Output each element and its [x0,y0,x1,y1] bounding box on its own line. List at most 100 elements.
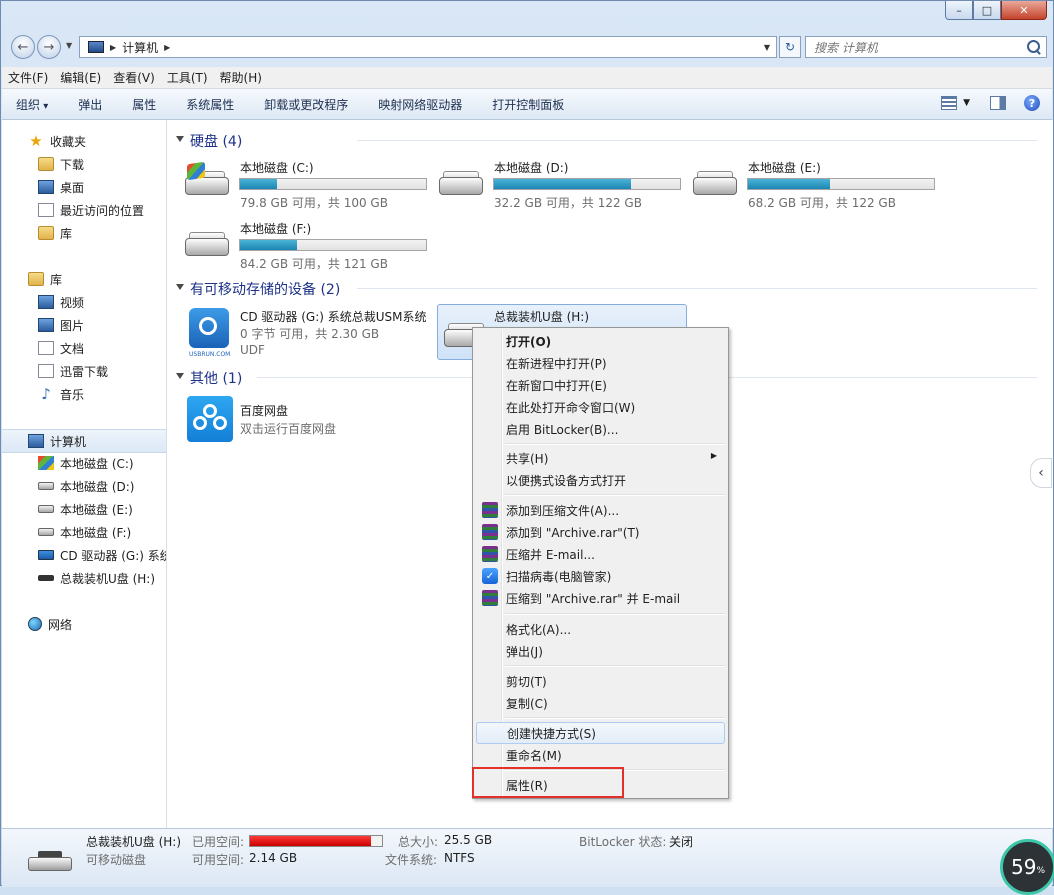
drive-tile-c[interactable]: 本地磁盘 (C:) 79.8 GB 可用，共 100 GB [167,153,427,210]
winrar-icon [482,524,498,540]
hard-drive-icon [439,169,483,197]
nav-videos[interactable]: 视频 [2,291,166,313]
drive-tile-e[interactable]: 本地磁盘 (E:) 68.2 GB 可用，共 122 GB [675,153,935,210]
map-network-drive-button[interactable]: 映射网络驱动器 [378,96,462,113]
nav-desktop[interactable]: 桌面 [2,176,166,198]
menu-share[interactable]: 共享(H) ▶ [476,447,725,469]
minimize-button[interactable]: – [945,1,973,20]
menu-compress-to-rar-email[interactable]: 压缩到 "Archive.rar" 并 E-mail [476,587,725,609]
chevron-left-icon: ‹ [1038,465,1044,481]
nav-thunder-downloads[interactable]: 迅雷下载 [2,360,166,382]
open-control-panel-button[interactable]: 打开控制面板 [492,96,564,113]
nav-pictures[interactable]: 图片 [2,314,166,336]
maximize-button[interactable]: □ [973,1,1001,20]
usage-bar [239,178,427,190]
menu-open[interactable]: 打开(O) [476,330,725,352]
nav-drive-f[interactable]: 本地磁盘 (F:) [2,521,166,543]
menu-edit[interactable]: 编辑(E) [60,69,101,86]
nav-libraries[interactable]: 库 [2,268,166,290]
navigation-pane: ★ 收藏夹 下载 桌面 最近访问的位置 库 库 视频 图片 文档 迅雷下载 ♪ 音乐… [2,120,167,828]
organize-button[interactable]: 组织 [16,96,48,113]
usage-fill [240,240,297,250]
nav-documents[interactable]: 文档 [2,337,166,359]
nav-usb-drive-h[interactable]: 总裁装机U盘 (H:) [2,567,166,589]
forward-button[interactable]: → [37,35,61,59]
drive-tile-d[interactable]: 本地磁盘 (D:) 32.2 GB 可用，共 122 GB [421,153,681,210]
system-properties-button[interactable]: 系统属性 [186,96,234,113]
breadcrumb-arrow-icon[interactable]: ▶ [110,43,116,52]
menu-rename[interactable]: 重命名(M) [476,744,725,766]
group-removable-storage[interactable]: 有可移动存储的设备 (2) [167,278,1037,298]
properties-button[interactable]: 属性 [132,96,156,113]
recent-places-icon [38,203,54,217]
menu-open-portable-device[interactable]: 以便携式设备方式打开 [476,469,725,491]
nav-network[interactable]: 网络 [2,613,166,635]
menu-tools[interactable]: 工具(T) [167,69,208,86]
baidu-netdisk-tile[interactable]: 百度网盘 双击运行百度网盘 [167,392,417,448]
recent-pages-dropdown[interactable]: ▼ [66,41,72,50]
menu-separator [505,613,725,615]
menu-eject[interactable]: 弹出(J) [476,640,725,662]
nav-music[interactable]: ♪ 音乐 [2,383,166,405]
search-box[interactable] [805,36,1047,58]
menu-separator [505,494,725,496]
details-pane: 总裁装机U盘 (H:) 可移动磁盘 已用空间: 可用空间: 2.14 GB 总大… [2,828,1054,895]
nav-fav-library[interactable]: 库 [2,222,166,244]
search-input[interactable] [812,39,1026,57]
breadcrumb-computer[interactable]: 计算机 [122,39,158,56]
address-bar[interactable]: ▶ 计算机 ▶ ▼ [79,36,777,58]
nav-favorites[interactable]: ★ 收藏夹 [2,130,166,152]
usage-bar [493,178,681,190]
menu-format[interactable]: 格式化(A)... [476,618,725,640]
refresh-button[interactable]: ↻ [779,36,801,58]
back-button[interactable]: ← [11,35,35,59]
group-divider [357,140,1037,141]
cd-drive-icon [38,550,54,560]
nav-cd-drive-g[interactable]: CD 驱动器 (G:) 系统 [2,544,166,566]
collapse-arrow-icon[interactable] [176,136,184,142]
uninstall-program-button[interactable]: 卸载或更改程序 [264,96,348,113]
cd-drive-tile-g[interactable]: USBRUN.COM CD 驱动器 (G:) 系统总裁USM系统 0 字节 可用… [167,302,427,358]
group-hard-disks[interactable]: 硬盘 (4) [167,130,1037,150]
nav-drive-d[interactable]: 本地磁盘 (D:) [2,475,166,497]
breadcrumb-arrow-icon[interactable]: ▶ [164,43,170,52]
menu-add-to-archive[interactable]: 添加到压缩文件(A)... [476,499,725,521]
menu-cut[interactable]: 剪切(T) [476,670,725,692]
eject-button[interactable]: 弹出 [78,96,102,113]
menu-view[interactable]: 查看(V) [113,69,155,86]
menu-add-to-archive-rar[interactable]: 添加到 "Archive.rar"(T) [476,521,725,543]
change-view-icon[interactable] [941,96,958,110]
preview-pane-icon[interactable] [990,96,1006,110]
menu-scan-virus[interactable]: ✓ 扫描病毒(电脑管家) [476,565,725,587]
help-icon[interactable]: ? [1024,95,1040,111]
command-bar-right: ▼ ? [941,95,1040,111]
side-panel-toggle[interactable]: ‹ [1030,458,1052,488]
nav-computer[interactable]: 计算机 [2,429,166,453]
menu-open-new-process[interactable]: 在新进程中打开(P) [476,352,725,374]
usb-drive-icon [28,849,72,873]
menu-help[interactable]: 帮助(H) [220,69,262,86]
nav-drive-c[interactable]: 本地磁盘 (C:) [2,452,166,474]
menu-open-command-window[interactable]: 在此处打开命令窗口(W) [476,396,725,418]
collapse-arrow-icon[interactable] [176,373,184,379]
nav-drive-e[interactable]: 本地磁盘 (E:) [2,498,166,520]
context-menu: 打开(O) 在新进程中打开(P) 在新窗口中打开(E) 在此处打开命令窗口(W)… [472,327,729,799]
search-icon[interactable] [1027,40,1040,53]
baidu-netdisk-icon [187,396,233,442]
menu-file[interactable]: 文件(F) [8,69,48,86]
menu-compress-email[interactable]: 压缩并 E-mail... [476,543,725,565]
menu-enable-bitlocker[interactable]: 启用 BitLocker(B)... [476,418,725,440]
nav-recent-places[interactable]: 最近访问的位置 [2,199,166,221]
menu-copy[interactable]: 复制(C) [476,692,725,714]
performance-gauge[interactable]: 59% [1000,839,1054,895]
address-dropdown-icon[interactable]: ▼ [764,43,770,52]
nav-downloads[interactable]: 下载 [2,153,166,175]
menu-open-new-window[interactable]: 在新窗口中打开(E) [476,374,725,396]
menu-create-shortcut[interactable]: 创建快捷方式(S) [476,722,725,744]
collapse-arrow-icon[interactable] [176,284,184,290]
view-options-dropdown[interactable]: ▼ [963,98,970,108]
hard-drive-icon [38,528,54,536]
close-button[interactable]: ✕ [1001,1,1047,20]
drive-tile-f[interactable]: 本地磁盘 (F:) 84.2 GB 可用，共 121 GB [167,214,427,271]
star-icon: ★ [29,132,43,150]
